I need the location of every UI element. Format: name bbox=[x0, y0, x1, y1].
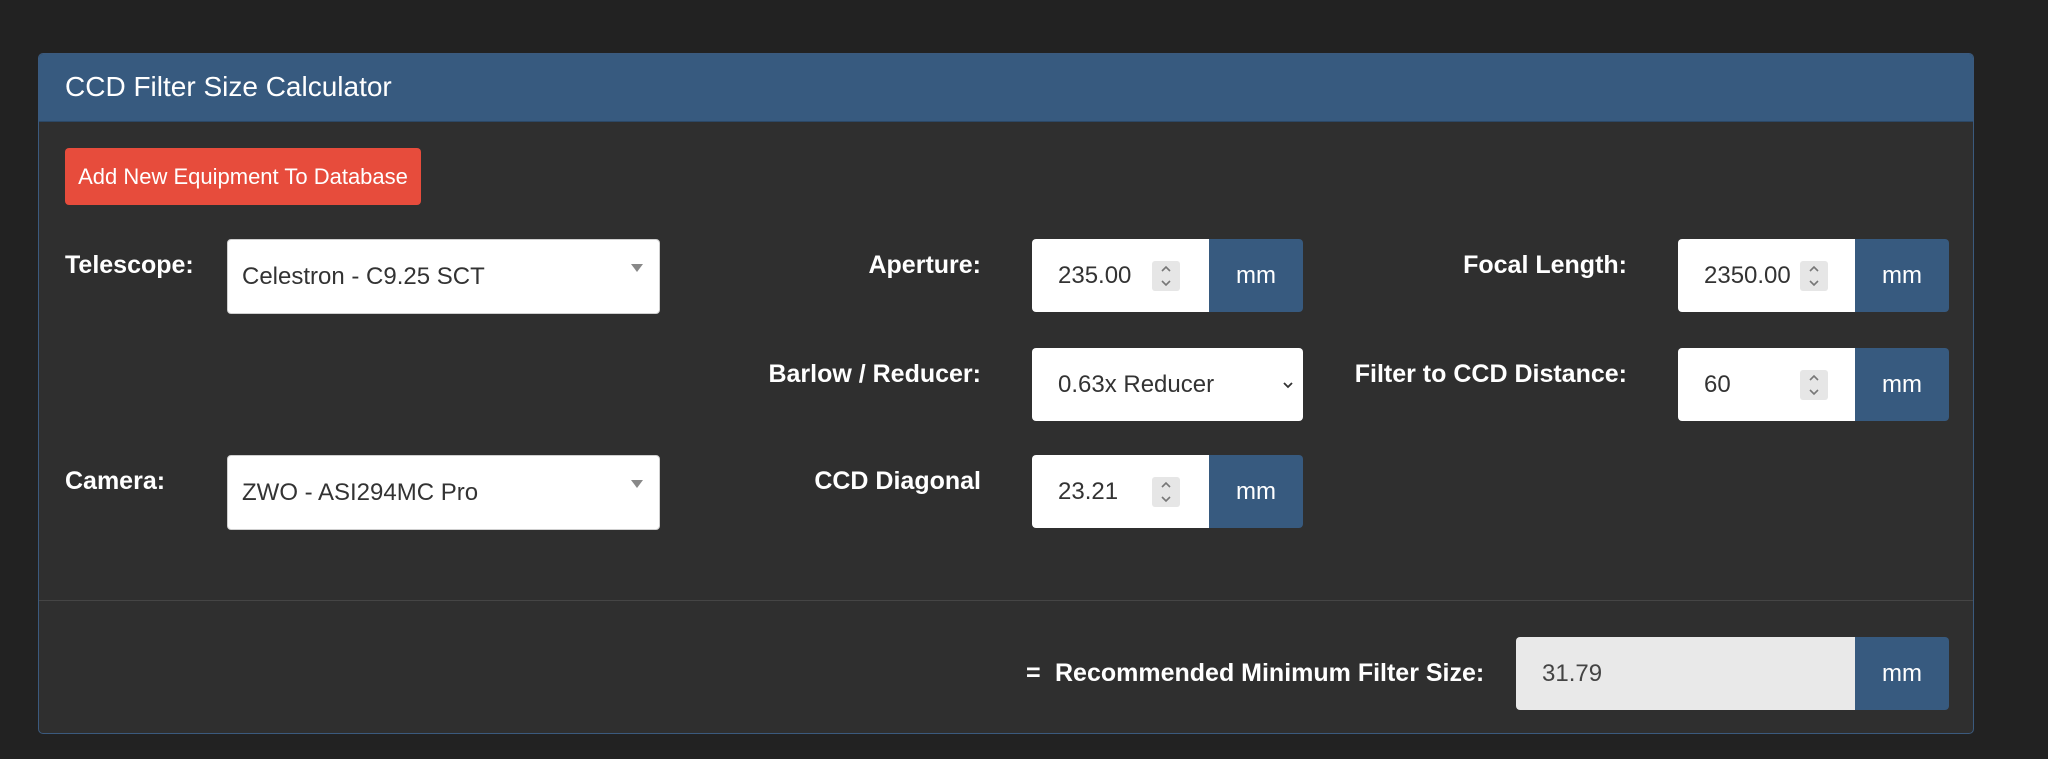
ccd-diagonal-unit: mm bbox=[1236, 477, 1276, 505]
filter-distance-unit: mm bbox=[1882, 370, 1922, 398]
focal-length-label: Focal Length: bbox=[1463, 251, 1627, 279]
barlow-selected-value: 0.63x Reducer bbox=[1058, 370, 1215, 398]
divider bbox=[39, 600, 1973, 601]
ccd-diagonal-input[interactable]: 23.21 bbox=[1032, 455, 1209, 528]
camera-label: Camera: bbox=[65, 467, 166, 495]
result-label: Recommended Minimum Filter Size: bbox=[1055, 659, 1485, 687]
chevron-up-icon bbox=[1161, 481, 1171, 488]
chevron-down-icon bbox=[1809, 388, 1819, 395]
aperture-input[interactable]: 235.00 bbox=[1032, 239, 1209, 312]
calculator-panel: CCD Filter Size Calculator Add New Equip… bbox=[38, 53, 1974, 734]
ccd-diagonal-unit-addon: mm bbox=[1209, 455, 1303, 528]
aperture-label: Aperture: bbox=[868, 251, 981, 279]
chevron-down-icon bbox=[1161, 495, 1171, 502]
spinner-icon[interactable] bbox=[1152, 476, 1180, 507]
panel-title: CCD Filter Size Calculator bbox=[65, 71, 392, 102]
focal-length-unit: mm bbox=[1882, 261, 1922, 289]
focal-length-unit-addon: mm bbox=[1855, 239, 1949, 312]
chevron-down-icon bbox=[1161, 279, 1171, 286]
telescope-selected-value: Celestron - C9.25 SCT bbox=[242, 262, 485, 290]
spinner-icon[interactable] bbox=[1800, 260, 1828, 291]
barlow-label: Barlow / Reducer: bbox=[768, 360, 981, 388]
spinner-icon[interactable] bbox=[1800, 369, 1828, 400]
camera-select[interactable]: ZWO - ASI294MC Pro bbox=[227, 455, 660, 530]
chevron-up-icon bbox=[1809, 265, 1819, 272]
telescope-label: Telescope: bbox=[65, 251, 194, 279]
result-unit: mm bbox=[1882, 659, 1922, 687]
filter-distance-input[interactable]: 60 bbox=[1678, 348, 1855, 421]
camera-selected-value: ZWO - ASI294MC Pro bbox=[242, 478, 479, 506]
spinner-icon[interactable] bbox=[1152, 260, 1180, 291]
filter-distance-label: Filter to CCD Distance: bbox=[1354, 360, 1627, 388]
result-value: 31.79 bbox=[1542, 659, 1603, 687]
filter-distance-unit-addon: mm bbox=[1855, 348, 1949, 421]
chevron-down-icon bbox=[1809, 279, 1819, 286]
focal-length-input[interactable]: 2350.00 bbox=[1678, 239, 1855, 312]
result-unit-addon: mm bbox=[1855, 637, 1949, 710]
result-field: 31.79 bbox=[1516, 637, 1855, 710]
panel-header: CCD Filter Size Calculator bbox=[39, 54, 1973, 122]
aperture-value: 235.00 bbox=[1058, 261, 1132, 289]
ccd-diagonal-label: CCD Diagonal bbox=[814, 467, 981, 495]
chevron-up-icon bbox=[1809, 374, 1819, 381]
ccd-diagonal-value: 23.21 bbox=[1058, 477, 1119, 505]
telescope-select[interactable]: Celestron - C9.25 SCT bbox=[227, 239, 660, 314]
filter-distance-value: 60 bbox=[1704, 370, 1731, 398]
equals-sign: = bbox=[1026, 659, 1041, 687]
add-equipment-button[interactable]: Add New Equipment To Database bbox=[65, 148, 421, 205]
chevron-up-icon bbox=[1161, 265, 1171, 272]
focal-length-value: 2350.00 bbox=[1704, 261, 1791, 289]
